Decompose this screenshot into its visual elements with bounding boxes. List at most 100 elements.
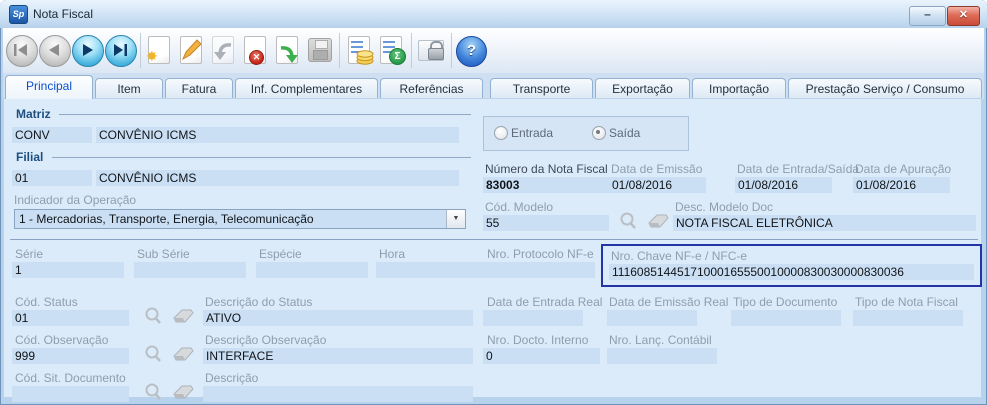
last-record-button[interactable] xyxy=(105,35,137,67)
nota-fiscal-window: Sp Nota Fiscal – ✕ ✸ xyxy=(0,0,987,405)
chave-nfe-highlight-box: Nro. Chave NF-e / NFC-e 1116085144517100… xyxy=(601,244,982,287)
data-apuracao-label: Data de Apuração xyxy=(855,162,951,176)
toolbar-separator xyxy=(339,33,340,68)
desc-status-label: Descrição do Status xyxy=(205,295,312,309)
cod-observacao-field[interactable]: 999 xyxy=(12,348,129,364)
data-entrada-real-field[interactable] xyxy=(483,310,583,326)
sub-serie-field[interactable] xyxy=(134,262,246,278)
descricao-sit-label: Descrição xyxy=(205,371,258,385)
data-apuracao-field[interactable]: 01/08/2016 xyxy=(853,177,950,193)
app-icon: Sp xyxy=(9,5,28,24)
new-sun-icon: ✸ xyxy=(146,48,158,65)
numero-nf-field[interactable]: 83003 xyxy=(483,177,609,193)
toolbar-separator xyxy=(411,33,412,68)
filial-name-field[interactable]: CONVÊNIO ICMS xyxy=(96,170,459,186)
confirm-document-button[interactable] xyxy=(272,35,302,65)
pencil-icon xyxy=(177,36,205,64)
new-document-button[interactable]: ✸ xyxy=(144,35,174,65)
toolbar-separator xyxy=(140,33,141,68)
toolbar: ✸ ✕ xyxy=(3,28,984,73)
indicador-operacao-dropdown[interactable]: 1 - Mercadorias, Transporte, Energia, Te… xyxy=(14,209,466,229)
cod-status-field[interactable]: 01 xyxy=(12,310,129,326)
tab-fatura[interactable]: Fatura xyxy=(165,78,233,99)
next-record-button[interactable] xyxy=(72,35,104,67)
first-record-button[interactable] xyxy=(6,35,38,67)
delete-document-button[interactable]: ✕ xyxy=(240,35,270,65)
tab-transporte[interactable]: Transporte xyxy=(490,78,593,99)
lookup-icon-pair[interactable] xyxy=(141,344,197,364)
help-button[interactable]: ? xyxy=(456,36,487,67)
horizontal-separator xyxy=(10,239,978,240)
first-record-icon xyxy=(7,36,35,64)
report-values-button[interactable] xyxy=(344,35,374,65)
lookup-icon-pair[interactable] xyxy=(616,211,672,231)
tipo-documento-field[interactable] xyxy=(731,310,841,326)
tipo-nota-fiscal-label: Tipo de Nota Fiscal xyxy=(855,295,958,309)
floppy-disk-icon xyxy=(308,38,332,62)
filial-code-field[interactable]: 01 xyxy=(12,170,92,186)
tab-exportacao[interactable]: Exportação xyxy=(595,78,690,99)
cod-status-label: Cód. Status xyxy=(15,295,78,309)
tab-principal[interactable]: Principal xyxy=(5,75,93,99)
green-arrow-icon xyxy=(276,41,302,65)
indicador-operacao-label: Indicador da Operação xyxy=(14,193,136,207)
titlebar: Sp Nota Fiscal – ✕ xyxy=(0,0,987,28)
entrada-radio-label: Entrada xyxy=(511,126,553,140)
data-emissao-field[interactable]: 01/08/2016 xyxy=(609,177,706,193)
matriz-name-field[interactable]: CONVÊNIO ICMS xyxy=(96,127,459,143)
cod-sit-documento-field[interactable] xyxy=(12,386,129,402)
serie-field[interactable]: 1 xyxy=(12,262,124,278)
cod-observacao-label: Cód. Observação xyxy=(15,333,108,347)
numero-nf-label: Número da Nota Fiscal xyxy=(485,162,608,176)
tab-inf-complementares[interactable]: Inf. Complementares xyxy=(235,78,378,99)
cod-modelo-field[interactable]: 55 xyxy=(483,215,609,231)
save-button[interactable] xyxy=(304,35,334,65)
cod-sit-documento-label: Cód. Sit. Documento xyxy=(15,371,126,385)
tipo-nota-fiscal-field[interactable] xyxy=(853,310,963,326)
chave-nfe-field[interactable]: 1116085144517100016555001000083003000083… xyxy=(609,264,974,280)
especie-field[interactable] xyxy=(256,262,368,278)
desc-observacao-field[interactable]: INTERFACE xyxy=(203,348,473,364)
data-emissao-real-field[interactable] xyxy=(607,310,697,326)
lookup-icon-pair[interactable] xyxy=(141,382,197,402)
principal-tab-panel: Matriz CONV CONVÊNIO ICMS Filial 01 CONV… xyxy=(3,98,982,398)
desc-observacao-label: Descrição Observação xyxy=(205,333,326,347)
descricao-sit-field[interactable] xyxy=(203,386,473,402)
tab-importacao[interactable]: Importação xyxy=(692,78,786,99)
desc-status-field[interactable]: ATIVO xyxy=(203,310,473,326)
undo-arrow-icon xyxy=(210,39,236,63)
minimize-button[interactable]: – xyxy=(909,6,946,26)
protocolo-label: Nro. Protocolo NF-e xyxy=(487,247,594,261)
close-button[interactable]: ✕ xyxy=(947,6,980,26)
saida-radio[interactable] xyxy=(592,126,606,140)
section-line xyxy=(52,157,471,158)
desc-modelo-field[interactable]: NOTA FISCAL ELETRÔNICA xyxy=(673,215,976,231)
entrada-radio[interactable] xyxy=(494,126,508,140)
data-entrada-saida-field[interactable]: 01/08/2016 xyxy=(735,177,832,193)
nro-lanc-contabil-field[interactable] xyxy=(607,348,717,364)
lock-button[interactable] xyxy=(416,35,446,65)
chevron-down-icon[interactable]: ▼ xyxy=(446,210,465,228)
matriz-section-header: Matriz xyxy=(16,107,51,121)
tab-referencias[interactable]: Referências xyxy=(380,78,483,99)
data-emissao-real-label: Data de Emissão Real xyxy=(609,295,728,309)
edit-document-button[interactable] xyxy=(176,35,206,65)
cod-modelo-label: Cód. Modelo xyxy=(485,200,553,214)
report-totals-button[interactable]: Σ xyxy=(376,35,406,65)
tab-item[interactable]: Item xyxy=(95,78,163,99)
matriz-code-field[interactable]: CONV xyxy=(12,127,92,143)
nro-docto-interno-field[interactable]: 0 xyxy=(483,348,600,364)
undo-button[interactable] xyxy=(208,35,238,65)
protocolo-field[interactable] xyxy=(483,262,595,278)
tab-strip: Principal Item Fatura Inf. Complementare… xyxy=(3,73,984,99)
window-title: Nota Fiscal xyxy=(33,7,93,21)
previous-record-button[interactable] xyxy=(39,35,71,67)
tab-prestacao-servico[interactable]: Prestação Serviço / Consumo xyxy=(788,78,982,99)
previous-record-icon xyxy=(40,36,68,64)
indicador-operacao-value: 1 - Mercadorias, Transporte, Energia, Te… xyxy=(19,212,314,226)
coins-icon xyxy=(355,46,375,65)
hora-label: Hora xyxy=(379,247,405,261)
hora-field[interactable] xyxy=(376,262,488,278)
last-record-icon xyxy=(106,36,134,64)
lookup-icon-pair[interactable] xyxy=(141,306,197,326)
